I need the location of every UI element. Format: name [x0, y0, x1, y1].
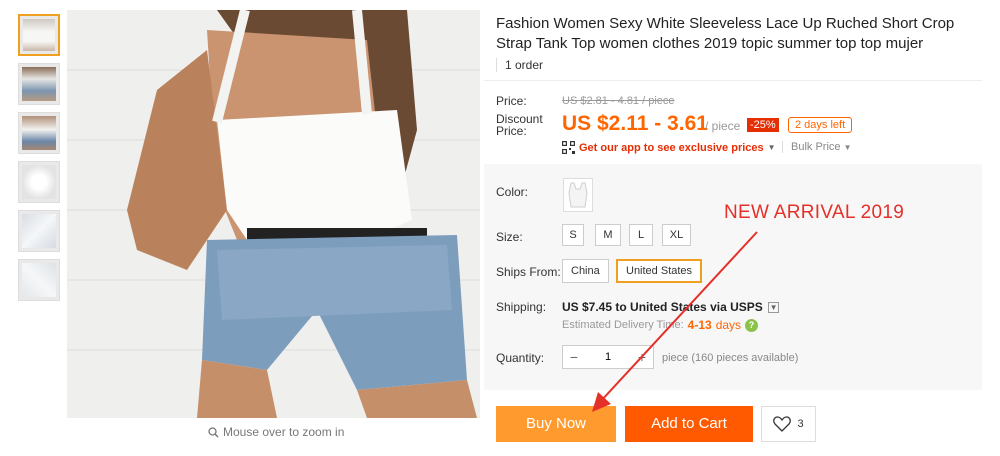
per-unit: / piece: [705, 119, 741, 133]
thumbnail-6[interactable]: [18, 259, 60, 301]
quantity-stepper: − +: [562, 345, 654, 369]
product-photo: [67, 10, 480, 418]
thumbnail-3[interactable]: [18, 112, 60, 154]
wishlist-button[interactable]: 3: [761, 406, 816, 442]
question-icon[interactable]: ?: [745, 318, 759, 332]
thumbnail-1[interactable]: [18, 14, 60, 56]
main-product-image[interactable]: [67, 10, 480, 418]
discount-price: US $2.11 - 3.61: [562, 112, 708, 135]
app-promo-text: Get our app to see exclusive prices: [579, 141, 764, 154]
quantity-availability: piece (160 pieces available): [662, 352, 799, 364]
quantity-input[interactable]: [585, 351, 631, 363]
size-label: Size:: [496, 230, 523, 244]
shipping-cost: US $7.45: [562, 300, 613, 314]
delivery-days: 4-13: [687, 318, 712, 332]
chevron-down-icon: ▼: [767, 143, 776, 152]
discount-price-label: Discount Price:: [496, 112, 543, 138]
zoom-hint-text: Mouse over to zoom in: [223, 425, 345, 439]
bulk-price-label: Bulk Price: [791, 141, 841, 153]
quantity-increase-button[interactable]: +: [631, 349, 653, 365]
quantity-decrease-button[interactable]: −: [563, 349, 585, 365]
bulk-price-dropdown[interactable]: Bulk Price ▼: [782, 141, 852, 153]
color-swatch-white[interactable]: [563, 178, 593, 212]
size-option-l[interactable]: L: [629, 224, 653, 246]
size-option-m[interactable]: M: [595, 224, 621, 246]
magnifier-icon: [208, 426, 219, 438]
days-left-badge: 2 days left: [788, 117, 853, 133]
ships-from-label: Ships From:: [496, 265, 561, 279]
buy-now-button[interactable]: Buy Now: [496, 406, 616, 442]
delivery-label: Estimated Delivery Time:: [562, 319, 684, 331]
divider: [484, 80, 982, 81]
price-label: Price:: [496, 94, 527, 108]
discount-badge: -25%: [747, 118, 779, 132]
delivery-estimate: Estimated Delivery Time: 4-13 days ?: [562, 318, 759, 332]
shipping-label: Shipping:: [496, 300, 547, 314]
chevron-down-icon: ▼: [843, 143, 852, 152]
ships-from-china[interactable]: China: [562, 259, 609, 283]
thumbnail-4[interactable]: [18, 161, 60, 203]
thumbnail-2[interactable]: [18, 63, 60, 105]
add-to-cart-button[interactable]: Add to Cart: [625, 406, 753, 442]
size-option-xl[interactable]: XL: [662, 224, 691, 246]
new-arrival-annotation: NEW ARRIVAL 2019: [724, 202, 905, 223]
size-option-s[interactable]: S: [562, 224, 584, 246]
thumbnail-5[interactable]: [18, 210, 60, 252]
original-price: US $2.81 - 4.81 / piece: [562, 95, 675, 107]
heart-icon: [773, 416, 792, 432]
qr-code-icon: [562, 141, 575, 154]
shipping-info: US $7.45 to United States via USPS ▼: [562, 300, 780, 314]
ships-from-united-states[interactable]: United States: [616, 259, 703, 283]
app-promo-link[interactable]: Get our app to see exclusive prices ▼: [562, 141, 776, 154]
wishlist-count: 3: [797, 418, 804, 430]
product-title: Fashion Women Sexy White Sleeveless Lace…: [496, 15, 955, 52]
delivery-unit: days: [715, 318, 742, 332]
color-label: Color:: [496, 185, 529, 199]
quantity-label: Quantity:: [496, 351, 545, 365]
swatch-image: [568, 182, 588, 208]
order-count: 1 order: [496, 58, 543, 72]
thumbnail-strip: [18, 14, 60, 308]
shipping-dropdown-icon[interactable]: ▼: [768, 302, 780, 314]
shipping-destination: to United States via USPS: [615, 300, 763, 314]
zoom-hint: Mouse over to zoom in: [208, 425, 344, 439]
